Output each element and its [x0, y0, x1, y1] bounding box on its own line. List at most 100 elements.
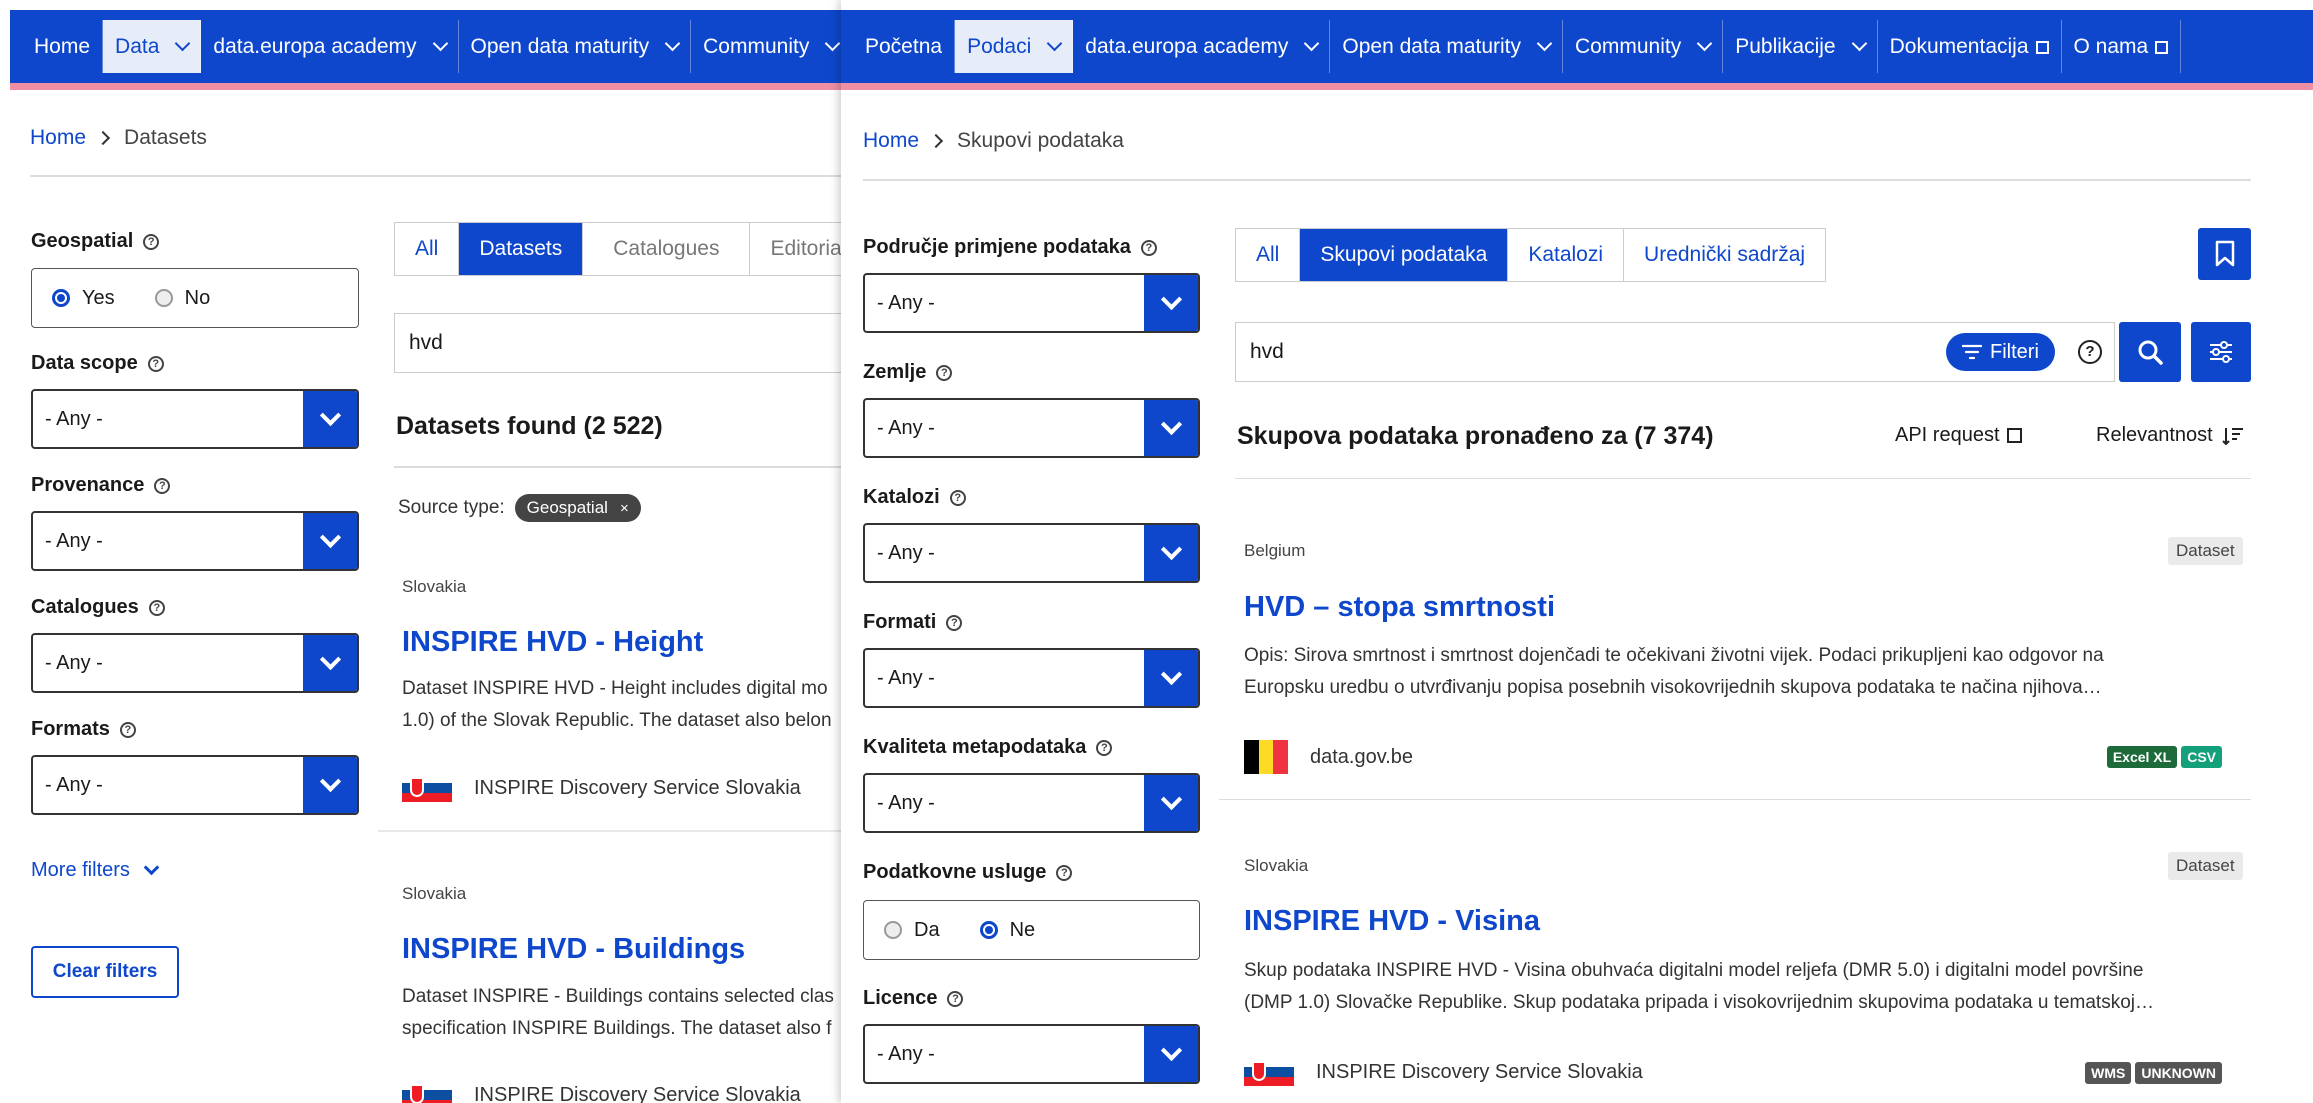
sort-dropdown[interactable]: Relevantnost	[2096, 424, 2245, 447]
result-description: Dataset INSPIRE - Buildings contains sel…	[402, 981, 860, 1045]
quality-select[interactable]: - Any -	[863, 773, 1200, 833]
chevron-down-icon	[1536, 35, 1553, 52]
right-browser-window: Početna Podaci data.europa academy Open …	[841, 0, 2313, 1103]
geospatial-yes-option[interactable]: Yes	[52, 287, 115, 310]
help-icon[interactable]: ?	[946, 614, 963, 631]
chevron-down-icon	[1144, 275, 1198, 331]
chevron-down-icon	[1696, 35, 1713, 52]
help-icon[interactable]: ?	[936, 364, 953, 381]
search-button[interactable]	[2119, 322, 2181, 382]
help-icon[interactable]: ?	[154, 477, 171, 494]
nav-home[interactable]: Početna	[853, 20, 956, 73]
breadcrumb-home-link[interactable]: Home	[30, 126, 86, 150]
help-icon[interactable]: ?	[947, 990, 964, 1007]
help-icon[interactable]: ?	[1096, 739, 1113, 756]
filters-button[interactable]: Filteri	[1946, 333, 2055, 371]
nav-community-label: Community	[1575, 34, 1682, 58]
nav-documentation[interactable]: Dokumentacija	[1878, 20, 2062, 73]
bookmark-button[interactable]	[2198, 228, 2251, 280]
chevron-down-icon	[825, 35, 841, 52]
tab-catalogues[interactable]: Catalogues	[583, 223, 751, 275]
nav-home[interactable]: Home	[22, 20, 104, 73]
bookmark-icon	[2215, 240, 2234, 267]
search-input[interactable]: hvd	[394, 313, 860, 373]
clear-filters-button[interactable]: Clear filters	[31, 946, 179, 998]
nav-publications[interactable]: Publikacije	[1723, 20, 1878, 73]
help-icon[interactable]: ?	[147, 355, 164, 372]
data-services-yes-option[interactable]: Da	[884, 919, 940, 942]
filter-catalogues-text: Katalozi	[863, 486, 940, 508]
geospatial-no-option[interactable]: No	[154, 287, 210, 310]
nav-about[interactable]: O nama	[2062, 20, 2182, 73]
radio-unchecked-icon	[884, 921, 902, 939]
breadcrumb-home-link[interactable]: Home	[863, 129, 919, 153]
chevron-down-icon	[303, 757, 357, 813]
filter-label-catalogues: Katalozi?	[863, 486, 966, 509]
nav-community[interactable]: Community	[691, 20, 852, 73]
filter-geospatial-text: Geospatial	[31, 230, 134, 252]
tab-datasets[interactable]: Datasets	[459, 223, 584, 275]
licence-select[interactable]: - Any -	[863, 1024, 1200, 1084]
close-icon[interactable]: ×	[620, 500, 629, 517]
help-icon[interactable]: ?	[949, 489, 966, 506]
help-icon[interactable]: ?	[2078, 340, 2102, 364]
search-icon	[2138, 340, 2163, 365]
provenance-select[interactable]: - Any -	[31, 511, 359, 571]
filter-label-countries: Zemlje?	[863, 361, 953, 384]
help-icon[interactable]: ?	[143, 233, 160, 250]
tab-all[interactable]: All	[1236, 229, 1301, 281]
sort-label: Relevantnost	[2096, 424, 2213, 446]
tab-catalogues[interactable]: Katalozi	[1508, 229, 1625, 281]
data-services-no-option[interactable]: Ne	[979, 919, 1035, 942]
nav-data[interactable]: Podaci	[955, 20, 1074, 73]
result-title-link[interactable]: INSPIRE HVD - Visina	[1244, 905, 1540, 938]
result-description-line: Europsku uredbu o utvrđivanju popisa pos…	[1244, 677, 2102, 698]
formats-select[interactable]: - Any -	[31, 755, 359, 815]
tab-datasets[interactable]: Skupovi podataka	[1300, 229, 1509, 281]
nav-community[interactable]: Community	[1563, 20, 1724, 73]
search-tabs: All Skupovi podataka Katalozi Urednički …	[1235, 228, 1827, 282]
field-select[interactable]: - Any -	[863, 273, 1200, 333]
result-description-line: 1.0) of the Slovak Republic. The dataset…	[402, 710, 832, 731]
api-request-link[interactable]: API request	[1895, 424, 2022, 447]
chevron-down-icon	[303, 391, 357, 447]
nav-maturity-label: Open data maturity	[1342, 34, 1522, 58]
publisher-name: INSPIRE Discovery Service Slovakia	[474, 1083, 801, 1103]
result-country: Slovakia	[402, 577, 467, 596]
nav-maturity[interactable]: Open data maturity	[1330, 20, 1564, 73]
chevron-down-icon	[1144, 775, 1198, 831]
filter-quality-text: Kvaliteta metapodataka	[863, 736, 1087, 758]
countries-select[interactable]: - Any -	[863, 398, 1200, 458]
format-badge-unknown: UNKNOWN	[2135, 1062, 2222, 1084]
more-filters-link[interactable]: More filters	[31, 859, 160, 882]
formats-select[interactable]: - Any -	[863, 648, 1200, 708]
source-type-chip[interactable]: Geospatial ×	[514, 494, 641, 522]
filter-formats-text: Formats	[31, 718, 110, 740]
catalogues-select[interactable]: - Any -	[31, 633, 359, 693]
help-icon[interactable]: ?	[1056, 864, 1073, 881]
nav-community-label: Community	[703, 34, 810, 58]
nav-maturity[interactable]: Open data maturity	[459, 20, 692, 73]
chevron-down-icon	[432, 35, 448, 52]
catalogues-select[interactable]: - Any -	[863, 523, 1200, 583]
result-title-link[interactable]: HVD – stopa smrtnosti	[1244, 591, 1555, 624]
data-services-radio-group: Da Ne	[863, 900, 1200, 960]
tab-all[interactable]: All	[395, 223, 460, 275]
tab-editorial[interactable]: Urednički sadržaj	[1624, 229, 1825, 281]
nav-academy[interactable]: data.europa academy	[201, 20, 459, 73]
result-country: Slovakia	[402, 884, 467, 903]
result-publisher: data.gov.be	[1244, 740, 1413, 774]
advanced-settings-button[interactable]	[2191, 322, 2251, 382]
divider	[1235, 478, 2251, 479]
result-description-line: Opis: Sirova smrtnost i smrtnost dojenča…	[1244, 645, 2104, 666]
slovakia-flag-icon	[1244, 1058, 1294, 1086]
help-icon[interactable]: ?	[148, 599, 165, 616]
help-icon[interactable]: ?	[1140, 239, 1157, 256]
filter-label-licence: Licence?	[863, 987, 964, 1010]
nav-academy[interactable]: data.europa academy	[1073, 20, 1331, 73]
help-icon[interactable]: ?	[119, 721, 136, 738]
result-title-link[interactable]: INSPIRE HVD - Height	[402, 626, 703, 659]
nav-data[interactable]: Data	[103, 20, 202, 73]
data-scope-select[interactable]: - Any -	[31, 389, 359, 449]
result-title-link[interactable]: INSPIRE HVD - Buildings	[402, 933, 745, 966]
